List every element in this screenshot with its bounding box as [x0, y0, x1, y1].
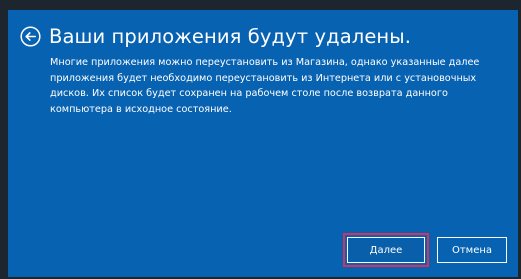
dialog-message: Многие приложения можно переустановить и…	[50, 57, 480, 115]
back-arrow-icon[interactable]	[20, 25, 41, 47]
dialog-header: Ваши приложения будут удалены.	[20, 22, 411, 50]
page-title: Ваши приложения будут удалены.	[49, 24, 412, 48]
window-frame: Ваши приложения будут удалены. Многие пр…	[0, 0, 521, 279]
next-button[interactable]: Далее	[347, 237, 425, 263]
cancel-button[interactable]: Отмена	[437, 237, 507, 263]
